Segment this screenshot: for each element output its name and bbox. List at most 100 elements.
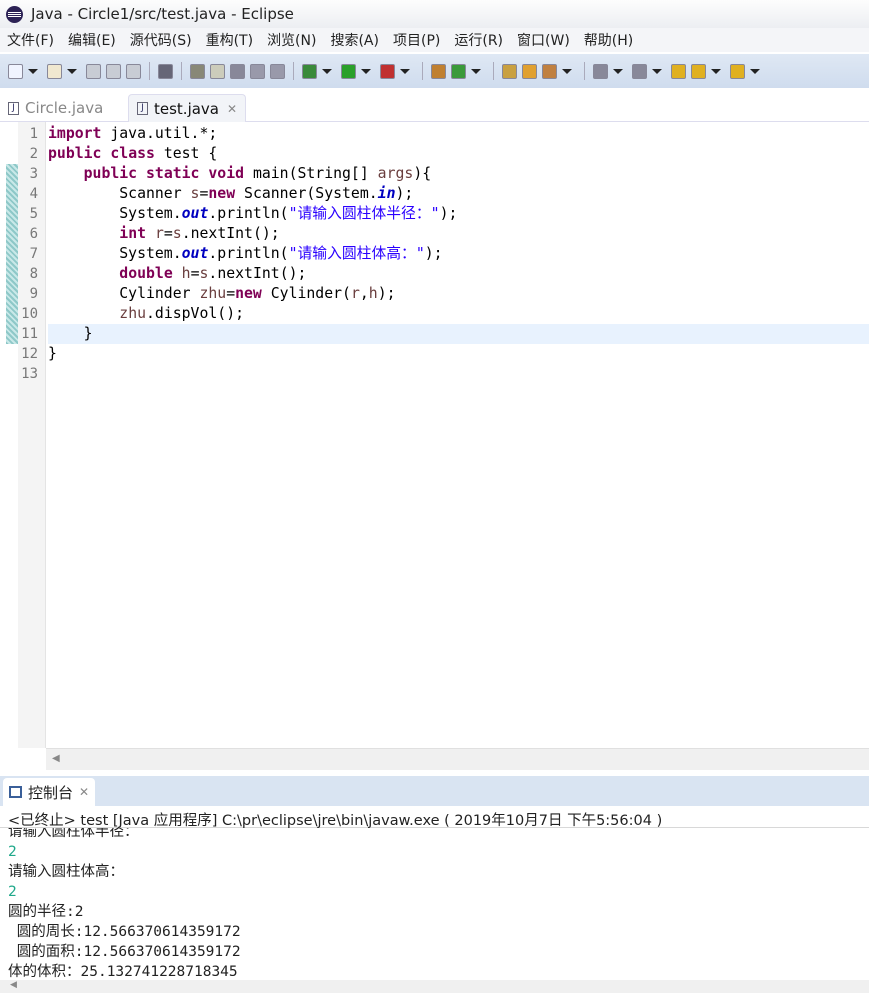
- console-icon: [9, 786, 22, 798]
- code-line: System.out.println("请输入圆柱体高：");: [48, 244, 869, 264]
- code-line: Scanner s=new Scanner(System.in);: [48, 184, 869, 204]
- brush-icon[interactable]: [542, 63, 557, 79]
- console-line: 体的体积：25.132741228718345: [8, 964, 238, 980]
- code-token: Scanner: [48, 185, 191, 202]
- dropdown-arrow-icon[interactable]: [322, 68, 332, 74]
- code-token: .nextInt();: [208, 265, 307, 282]
- new-type-icon[interactable]: [47, 63, 62, 79]
- package-icon[interactable]: [431, 63, 446, 79]
- tab-console[interactable]: 控制台 ✕: [3, 778, 96, 806]
- console-horizontal-scrollbar[interactable]: ◀: [0, 980, 869, 993]
- code-token: "请输入圆柱体高：": [288, 245, 425, 262]
- code-editor[interactable]: 1 import java.util.*; 2 public class test {…: [0, 122, 869, 748]
- code-token: );: [439, 205, 458, 222]
- dropdown-arrow-icon[interactable]: [613, 68, 623, 74]
- refresh-icon[interactable]: [451, 63, 466, 79]
- menu-item[interactable]: 窗口(W): [510, 30, 577, 50]
- code-token: test {: [154, 145, 218, 162]
- toolbar-separator: [422, 62, 423, 80]
- code-token: Scanner(System.: [235, 185, 378, 202]
- dropdown-arrow-icon[interactable]: [400, 68, 410, 74]
- title-bar: Java - Circle1/src/test.java - Eclipse: [0, 0, 869, 28]
- tab-label: Circle.java: [25, 99, 104, 117]
- menu-item[interactable]: 文件(F): [0, 30, 61, 50]
- save-all-icon[interactable]: [106, 63, 121, 79]
- debug-icon[interactable]: [302, 63, 317, 79]
- close-tab-icon[interactable]: ✕: [227, 102, 237, 116]
- skip-breakpoints-icon[interactable]: [158, 63, 173, 79]
- dropdown-arrow-icon[interactable]: [471, 68, 481, 74]
- console-line: 请输入圆柱体半径：: [8, 828, 139, 840]
- code-token: }: [48, 325, 93, 342]
- window-title: Java - Circle1/src/test.java - Eclipse: [31, 5, 294, 23]
- code-token: }: [48, 345, 57, 362]
- open-folder-icon[interactable]: [522, 63, 537, 79]
- dropdown-arrow-icon[interactable]: [361, 68, 371, 74]
- print-icon[interactable]: [126, 63, 141, 79]
- menu-item[interactable]: 编辑(E): [61, 30, 123, 50]
- line-number: 4: [29, 186, 38, 202]
- block-icon[interactable]: [250, 63, 265, 79]
- dropdown-arrow-icon[interactable]: [28, 68, 38, 74]
- code-token: =: [226, 285, 236, 302]
- menu-item[interactable]: 搜索(A): [323, 30, 386, 50]
- console-output[interactable]: 请输入圆柱体半径： 2 请输入圆柱体高： 2 圆的半径:2 圆的周长:12.566370…: [0, 828, 869, 980]
- menu-item[interactable]: 浏览(N): [260, 30, 323, 50]
- menu-item[interactable]: 源代码(S): [123, 30, 199, 50]
- toolbar-separator: [293, 62, 294, 80]
- dropdown-arrow-icon[interactable]: [711, 68, 721, 74]
- dropdown-arrow-icon[interactable]: [652, 68, 662, 74]
- code-token: int: [119, 225, 147, 242]
- dropdown-arrow-icon[interactable]: [562, 68, 572, 74]
- pilcrow-icon[interactable]: [270, 63, 285, 79]
- menu-item[interactable]: 帮助(H): [577, 30, 640, 50]
- console-line: 2: [8, 844, 17, 860]
- console-header: <已终止> test [Java 应用程序] C:\pr\eclipse\jre…: [0, 806, 869, 829]
- code-line: System.out.println("请输入圆柱体半径：");: [48, 204, 869, 224]
- editor-horizontal-scrollbar[interactable]: ◀: [46, 748, 869, 770]
- tab-label: test.java: [154, 99, 220, 118]
- code-token: out: [181, 245, 209, 262]
- code-token: System.: [48, 245, 182, 262]
- line-number: 5: [29, 206, 38, 222]
- wand-icon[interactable]: [190, 63, 205, 79]
- dropdown-arrow-icon[interactable]: [67, 68, 77, 74]
- code-token: zhu: [199, 285, 227, 302]
- code-token: );: [424, 245, 443, 262]
- prev-annotation-icon[interactable]: [632, 63, 647, 79]
- code-token: out: [181, 205, 209, 222]
- tab-test-java[interactable]: J test.java ✕: [128, 94, 247, 122]
- java-file-icon: J: [137, 102, 148, 115]
- new-icon[interactable]: [8, 63, 23, 79]
- tab-circle-java[interactable]: J Circle.java: [0, 94, 111, 122]
- code-token: "请输入圆柱体半径：": [288, 205, 440, 222]
- open-type-icon[interactable]: [502, 63, 517, 79]
- code-token: public: [83, 165, 138, 182]
- dropdown-arrow-icon[interactable]: [750, 68, 760, 74]
- menu-item[interactable]: 运行(R): [447, 30, 510, 50]
- close-tab-icon[interactable]: ✕: [79, 785, 89, 799]
- code-token: .println(: [208, 245, 289, 262]
- gear-icon[interactable]: [230, 63, 245, 79]
- console-line: 请输入圆柱体高：: [8, 864, 124, 880]
- run-stop-icon[interactable]: [380, 63, 395, 79]
- forward-icon[interactable]: [730, 63, 745, 79]
- console-line: 圆的面积:12.566370614359172: [8, 944, 241, 960]
- code-token: .nextInt();: [181, 225, 280, 242]
- code-token: new: [235, 285, 262, 302]
- pen-icon[interactable]: [210, 63, 225, 79]
- save-icon[interactable]: [86, 63, 101, 79]
- code-token: h: [181, 265, 191, 282]
- menu-item[interactable]: 项目(P): [386, 30, 447, 50]
- code-token: zhu: [119, 305, 147, 322]
- next-annotation-icon[interactable]: [593, 63, 608, 79]
- back-nav-icon[interactable]: [691, 63, 706, 79]
- code-token: new: [208, 185, 236, 202]
- menu-item[interactable]: 重构(T): [199, 30, 260, 50]
- run-icon[interactable]: [341, 63, 356, 79]
- back-icon[interactable]: [671, 63, 686, 79]
